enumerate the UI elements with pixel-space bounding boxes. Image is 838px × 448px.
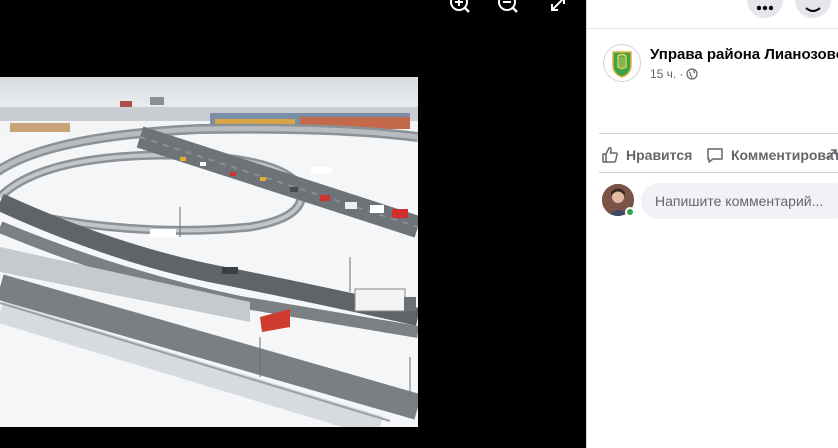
post-photo[interactable] xyxy=(0,77,418,427)
highway-interchange-image xyxy=(0,77,418,427)
zoom-out-button[interactable] xyxy=(492,0,524,14)
messenger-button[interactable] xyxy=(795,0,831,18)
photo-viewer xyxy=(0,0,586,448)
comment-icon xyxy=(707,148,723,163)
comment-field[interactable] xyxy=(641,183,838,219)
page-name-link[interactable]: Управа района Лианозово xyxy=(650,46,838,63)
divider xyxy=(599,172,838,173)
meta-separator: · xyxy=(679,67,684,81)
fullscreen-button[interactable] xyxy=(541,0,573,14)
like-button[interactable]: Нравится xyxy=(600,143,692,167)
messenger-icon xyxy=(805,7,821,12)
zoom-in-button[interactable] xyxy=(444,0,476,14)
post-sidebar: Управа района Лианозово 15 ч. · Нравится… xyxy=(586,0,838,448)
like-label: Нравится xyxy=(626,147,693,163)
zoom-in-icon xyxy=(450,0,470,13)
thumbs-up-icon xyxy=(602,147,618,163)
comment-input[interactable] xyxy=(653,192,838,210)
page-avatar[interactable] xyxy=(603,44,641,82)
post-time[interactable]: 15 ч. xyxy=(650,67,676,81)
more-dots-icon xyxy=(756,5,774,11)
share-icon xyxy=(826,149,837,160)
share-button[interactable] xyxy=(825,143,838,167)
online-status-dot xyxy=(625,207,635,217)
comment-button[interactable]: Комментировать xyxy=(705,143,838,167)
comment-label: Комментировать xyxy=(731,147,838,163)
divider xyxy=(599,133,838,134)
district-emblem-icon xyxy=(612,51,632,78)
sidebar-top-bar xyxy=(587,0,838,29)
post-meta: 15 ч. · xyxy=(650,67,698,81)
more-options-button[interactable] xyxy=(747,0,783,18)
zoom-out-icon xyxy=(498,0,518,13)
globe-icon xyxy=(686,68,698,80)
fullscreen-icon xyxy=(551,0,565,11)
